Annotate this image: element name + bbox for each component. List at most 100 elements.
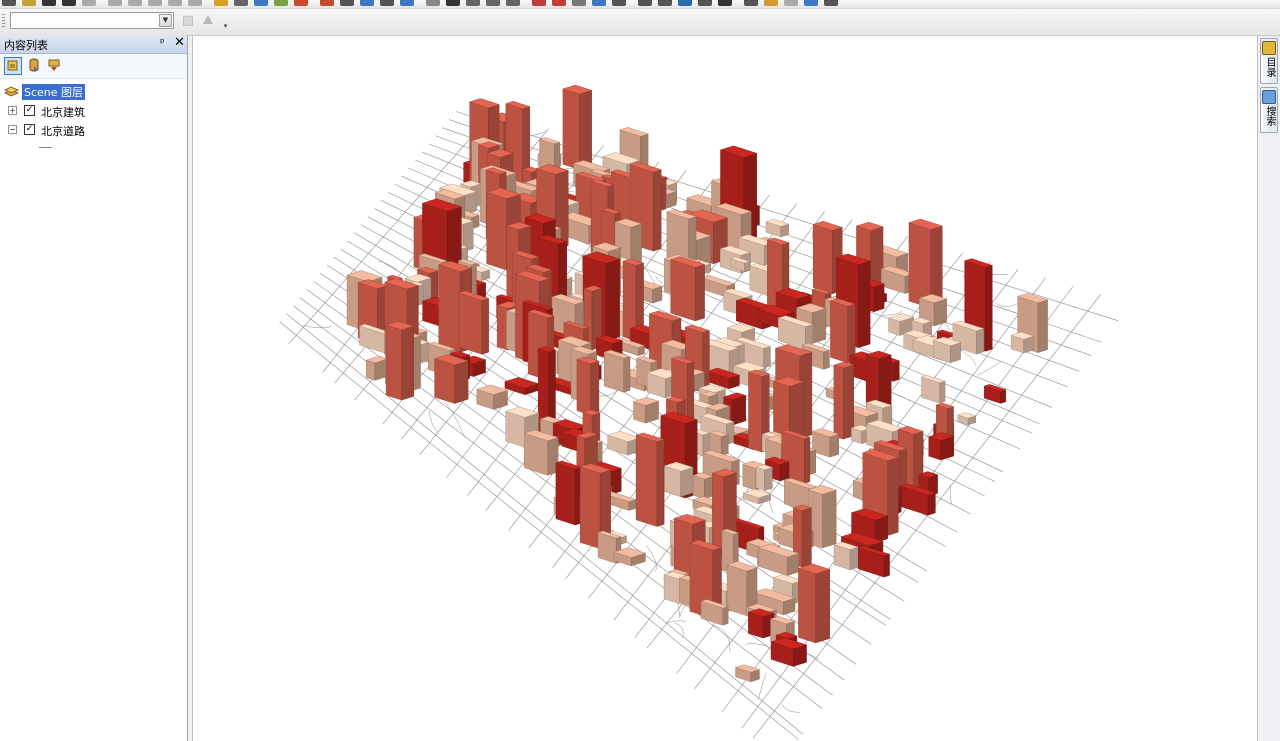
toolbar-tool-icon[interactable] bbox=[446, 0, 460, 6]
building bbox=[692, 472, 714, 500]
toolbar-tool-icon[interactable] bbox=[62, 0, 76, 6]
road-line bbox=[758, 672, 767, 700]
search-tab[interactable]: 搜索 bbox=[1260, 87, 1278, 133]
building bbox=[742, 488, 772, 505]
building-face bbox=[798, 568, 816, 644]
toolbar-tool-icon[interactable] bbox=[168, 0, 182, 6]
toolbar-tool-icon[interactable] bbox=[612, 0, 626, 6]
building bbox=[734, 664, 761, 683]
toolbar-tool-icon[interactable] bbox=[22, 0, 36, 6]
list-by-drawing-order-icon[interactable] bbox=[4, 57, 22, 75]
toolbar-tool-icon[interactable] bbox=[148, 0, 162, 6]
scene-view[interactable] bbox=[192, 36, 1258, 741]
toolbar-tool-icon[interactable] bbox=[320, 0, 334, 6]
toolbar-tool-icon[interactable] bbox=[400, 0, 414, 6]
toolbar-tool-icon[interactable] bbox=[426, 0, 440, 6]
catalog-tab[interactable]: 目录 bbox=[1260, 38, 1278, 84]
layer-visibility-checkbox[interactable]: ✓ bbox=[24, 105, 35, 116]
toolbar-tool-icon[interactable] bbox=[572, 0, 586, 6]
toolbar-tool-icon[interactable] bbox=[506, 0, 520, 6]
toolbar-tool-icon[interactable] bbox=[678, 0, 692, 6]
list-by-visibility-icon[interactable] bbox=[46, 57, 64, 75]
toolbar-tool-icon[interactable] bbox=[638, 0, 652, 6]
building bbox=[523, 429, 559, 476]
layer-row[interactable]: + ✓ 北京建筑 bbox=[0, 102, 186, 120]
scene-group-label[interactable]: Scene 图层 bbox=[22, 84, 86, 100]
building-face bbox=[670, 259, 696, 322]
road-line bbox=[645, 544, 657, 572]
layer-name[interactable]: 北京道路 bbox=[41, 123, 85, 139]
building-face bbox=[830, 300, 848, 364]
road-line bbox=[303, 324, 332, 329]
toolbar-tool-icon[interactable] bbox=[658, 0, 672, 6]
scene-canvas[interactable] bbox=[193, 36, 1258, 741]
building-face bbox=[874, 515, 888, 544]
layer-row[interactable]: − ✓ 北京道路 bbox=[0, 121, 186, 139]
building-face bbox=[1000, 389, 1007, 404]
building-face bbox=[887, 457, 899, 536]
toolbar-tool-icon[interactable] bbox=[108, 0, 122, 6]
building bbox=[504, 377, 540, 395]
toolbar-tool-icon[interactable] bbox=[552, 0, 566, 6]
toolbar-tool-icon[interactable] bbox=[234, 0, 248, 6]
building bbox=[603, 349, 631, 393]
building-face bbox=[873, 283, 885, 312]
toolbar-tool-icon[interactable] bbox=[128, 0, 142, 6]
building bbox=[770, 637, 808, 667]
toolbar-tool-icon[interactable] bbox=[42, 0, 56, 6]
toolbar-grip[interactable] bbox=[2, 14, 5, 28]
building-face bbox=[579, 466, 601, 550]
building-face bbox=[742, 463, 756, 491]
toolbar-tool-icon[interactable] bbox=[804, 0, 818, 6]
building-face bbox=[763, 345, 771, 369]
toolbar-tool-icon[interactable] bbox=[188, 0, 202, 6]
toolbar-tool-icon[interactable] bbox=[744, 0, 758, 6]
building-face bbox=[933, 298, 947, 327]
toolbar-tool-icon[interactable] bbox=[2, 0, 16, 6]
building-face bbox=[579, 89, 592, 170]
building-face bbox=[722, 606, 729, 626]
layer-name[interactable]: 北京建筑 bbox=[41, 104, 85, 120]
toolbar-tool-icon[interactable] bbox=[784, 0, 798, 6]
toolbar-tool-icon[interactable] bbox=[380, 0, 394, 6]
toolbar-tool-icon[interactable] bbox=[360, 0, 374, 6]
collapse-icon[interactable]: − bbox=[8, 125, 17, 134]
building-face bbox=[385, 324, 402, 401]
toolbar-tool-icon[interactable] bbox=[718, 0, 732, 6]
layer-visibility-checkbox[interactable]: ✓ bbox=[24, 124, 35, 135]
toolbar-tool-icon[interactable] bbox=[466, 0, 480, 6]
building-face bbox=[939, 380, 946, 404]
toolbar-tool-icon[interactable] bbox=[82, 0, 96, 6]
toolbar-tool-icon[interactable] bbox=[274, 0, 288, 6]
pin-icon[interactable]: ᵖ bbox=[160, 36, 165, 49]
scene-group-row[interactable]: Scene 图层 bbox=[0, 83, 186, 101]
toolbar-tool-icon[interactable] bbox=[824, 0, 838, 6]
toolbar-tool-icon[interactable] bbox=[486, 0, 500, 6]
building-face bbox=[976, 328, 985, 355]
road-line bbox=[428, 410, 439, 433]
toolbar-tool-icon[interactable] bbox=[592, 0, 606, 6]
close-icon[interactable]: ✕ bbox=[174, 35, 185, 50]
toolbar-tool-icon[interactable] bbox=[532, 0, 546, 6]
building-face bbox=[789, 381, 804, 440]
toolbar-tool-icon[interactable] bbox=[698, 0, 712, 6]
toolbar-tool-icon[interactable] bbox=[340, 0, 354, 6]
toolbar-overflow-icon[interactable]: ▾ bbox=[222, 21, 229, 31]
building-face bbox=[604, 351, 624, 393]
layer-combo[interactable]: ▼ bbox=[10, 12, 174, 29]
toolbar-tool-icon[interactable] bbox=[214, 0, 228, 6]
toolbar-tool-icon[interactable] bbox=[294, 0, 308, 6]
list-by-source-icon[interactable] bbox=[26, 57, 44, 75]
building bbox=[555, 460, 582, 526]
chevron-down-icon[interactable]: ▼ bbox=[159, 14, 172, 27]
building bbox=[606, 431, 641, 456]
expand-icon[interactable]: + bbox=[8, 106, 17, 115]
building-face bbox=[927, 492, 936, 516]
toolbar-tool-icon[interactable] bbox=[254, 0, 268, 6]
road-line bbox=[378, 261, 398, 271]
building-face bbox=[829, 433, 839, 458]
building-face bbox=[590, 360, 600, 416]
building-face bbox=[822, 489, 837, 549]
toolbar-tool-icon[interactable] bbox=[764, 0, 778, 6]
building bbox=[365, 355, 389, 381]
